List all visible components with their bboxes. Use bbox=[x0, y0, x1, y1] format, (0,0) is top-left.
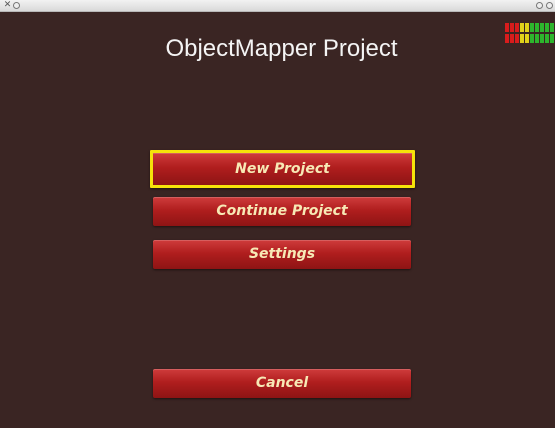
level-meter-segment bbox=[510, 23, 514, 32]
level-meter-segment bbox=[525, 23, 529, 32]
cancel-button[interactable]: Cancel bbox=[153, 369, 411, 398]
level-meter-segment bbox=[535, 23, 539, 32]
level-meter-segment bbox=[515, 34, 519, 43]
new-project-button[interactable]: New Project bbox=[150, 150, 415, 188]
minimize-icon[interactable] bbox=[536, 2, 543, 9]
maximize-icon[interactable] bbox=[546, 2, 553, 9]
level-meter-segment bbox=[550, 34, 554, 43]
level-meter-segment bbox=[505, 34, 509, 43]
level-meter-segment bbox=[505, 23, 509, 32]
level-meter-row-bottom bbox=[505, 34, 555, 43]
page-title: ObjectMapper Project bbox=[165, 35, 398, 62]
level-meter-segment bbox=[540, 23, 544, 32]
level-meter-segment bbox=[520, 23, 524, 32]
settings-button[interactable]: Settings bbox=[153, 240, 411, 269]
level-meter-icon bbox=[505, 23, 555, 43]
level-meter-segment bbox=[525, 34, 529, 43]
level-meter-segment bbox=[550, 23, 554, 32]
level-meter-segment bbox=[530, 34, 534, 43]
level-meter-row-top bbox=[505, 23, 555, 32]
level-meter-segment bbox=[535, 34, 539, 43]
level-meter-segment bbox=[520, 34, 524, 43]
window-menu-icon[interactable] bbox=[13, 2, 20, 9]
level-meter-segment bbox=[530, 23, 534, 32]
level-meter-segment bbox=[510, 34, 514, 43]
window-titlebar: ✕ bbox=[0, 0, 555, 12]
level-meter-segment bbox=[515, 23, 519, 32]
continue-project-button[interactable]: Continue Project bbox=[153, 197, 411, 226]
level-meter-segment bbox=[545, 34, 549, 43]
level-meter-segment bbox=[540, 34, 544, 43]
level-meter-segment bbox=[545, 23, 549, 32]
close-icon[interactable]: ✕ bbox=[3, 1, 12, 10]
